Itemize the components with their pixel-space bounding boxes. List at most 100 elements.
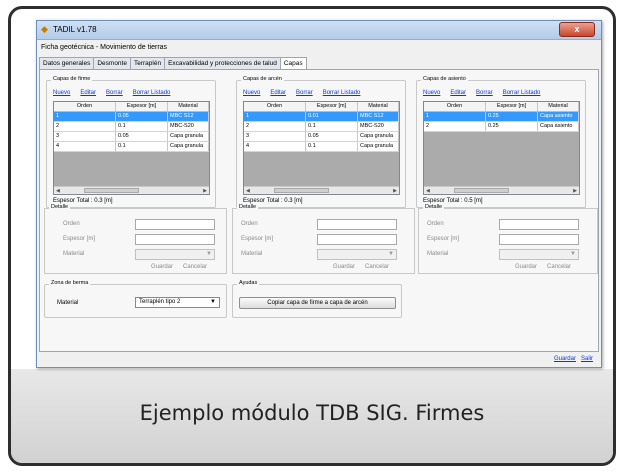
col-header-material[interactable]: Material — [538, 102, 579, 111]
material-select[interactable]: ▼ — [499, 249, 579, 260]
cancelar-button[interactable]: Cancelar — [183, 264, 207, 270]
editar-link[interactable]: Editar — [450, 90, 466, 96]
cell-material: Capa asiento — [538, 122, 579, 131]
cancelar-button[interactable]: Cancelar — [547, 264, 571, 270]
panel-actions: Nuevo Editar Borrar Borrar Listado — [243, 90, 360, 96]
espesor-input[interactable] — [135, 234, 215, 245]
cell-orden: 2 — [424, 122, 486, 131]
close-button[interactable]: x — [559, 22, 595, 37]
col-header-material[interactable]: Material — [358, 102, 399, 111]
scroll-left-icon[interactable]: ◀ — [426, 187, 430, 195]
berma-material-select[interactable]: Terraplén tipo 2 ▼ — [135, 297, 220, 308]
tab-excavabilidad[interactable]: Excavabilidad y protecciones de talud — [164, 57, 281, 69]
cell-espesor: 0.01 — [306, 112, 358, 121]
col-header-orden[interactable]: Orden — [424, 102, 486, 111]
horizontal-scrollbar[interactable]: ◀ ▶ — [244, 186, 399, 194]
cell-espesor: 0.1 — [116, 142, 168, 151]
scroll-thumb[interactable] — [274, 188, 329, 193]
table-row[interactable]: 4 0.1 Capa granula — [244, 142, 399, 152]
borrar-listado-link[interactable]: Borrar Listado — [503, 90, 541, 96]
col-header-orden[interactable]: Orden — [54, 102, 116, 111]
scroll-right-icon[interactable]: ▶ — [393, 187, 397, 195]
window-title: TADIL v1.78 — [53, 25, 97, 34]
col-header-espesor[interactable]: Espesor [m] — [306, 102, 358, 111]
borrar-listado-link[interactable]: Borrar Listado — [133, 90, 171, 96]
copy-firme-to-arcen-button[interactable]: Copiar capa de firme a capa de arcén — [239, 297, 396, 309]
col-header-material[interactable]: Material — [168, 102, 209, 111]
tab-desmonte[interactable]: Desmonte — [93, 57, 131, 69]
espesor-input[interactable] — [499, 234, 579, 245]
guardar-button[interactable]: Guardar — [333, 264, 355, 270]
tab-datos-generales[interactable]: Datos generales — [39, 57, 95, 69]
table-row[interactable]: 4 0.1 Capa granula — [54, 142, 209, 152]
cell-orden: 2 — [54, 122, 116, 131]
espesor-label: Espesor [m] — [241, 236, 274, 242]
guardar-button[interactable]: Guardar — [515, 264, 537, 270]
editar-link[interactable]: Editar — [270, 90, 286, 96]
layers-grid[interactable]: Orden Espesor [m] Material 1 0.25 Capa a… — [423, 101, 580, 195]
material-select[interactable]: ▼ — [317, 249, 397, 260]
orden-input[interactable] — [499, 219, 579, 230]
editar-link[interactable]: Editar — [80, 90, 96, 96]
cell-espesor: 0.25 — [486, 112, 538, 121]
table-row[interactable]: 3 0.05 Capa granula — [244, 132, 399, 142]
table-row[interactable]: 1 0.05 MBC S12 — [54, 112, 209, 122]
material-select[interactable]: ▼ — [135, 249, 215, 260]
nuevo-link[interactable]: Nuevo — [53, 90, 70, 96]
cell-espesor: 0.1 — [116, 122, 168, 131]
ayudas-title: Ayudas — [237, 280, 260, 286]
grid-header: Orden Espesor [m] Material — [424, 102, 579, 112]
guardar-link[interactable]: Guardar — [554, 356, 576, 362]
nuevo-link[interactable]: Nuevo — [423, 90, 440, 96]
borrar-link[interactable]: Borrar — [476, 90, 493, 96]
detalle-title: Detalle — [237, 204, 259, 210]
nuevo-link[interactable]: Nuevo — [243, 90, 260, 96]
scroll-right-icon[interactable]: ▶ — [203, 187, 207, 195]
berma-title: Zona de berma — [49, 280, 91, 286]
panel-capas-arcen: Capas de arcén Nuevo Editar Borrar Borra… — [236, 76, 406, 208]
ayudas-panel: Ayudas Copiar capa de firme a capa de ar… — [232, 280, 402, 318]
orden-input[interactable] — [135, 219, 215, 230]
cancelar-button[interactable]: Cancelar — [365, 264, 389, 270]
scroll-left-icon[interactable]: ◀ — [56, 187, 60, 195]
salir-link[interactable]: Salir — [581, 356, 593, 362]
table-row[interactable]: 1 0.01 MBC S12 — [244, 112, 399, 122]
scroll-left-icon[interactable]: ◀ — [246, 187, 250, 195]
tab-terraplen[interactable]: Terraplén — [129, 57, 166, 69]
scroll-right-icon[interactable]: ▶ — [573, 187, 577, 195]
table-row[interactable]: 1 0.25 Capa asiento — [424, 112, 579, 122]
title-bar[interactable]: ◆ TADIL v1.78 x — [37, 21, 601, 40]
footer-actions: Guardar Salir — [554, 356, 593, 362]
col-header-espesor[interactable]: Espesor [m] — [486, 102, 538, 111]
espesor-input[interactable] — [317, 234, 397, 245]
cell-material: Capa granula — [358, 132, 399, 141]
table-row[interactable]: 2 0.1 MBC-S20 — [244, 122, 399, 132]
chevron-down-icon: ▼ — [210, 299, 216, 305]
col-header-espesor[interactable]: Espesor [m] — [116, 102, 168, 111]
borrar-link[interactable]: Borrar — [296, 90, 313, 96]
chevron-down-icon: ▼ — [388, 251, 394, 257]
material-label: Material — [427, 251, 449, 257]
borrar-listado-link[interactable]: Borrar Listado — [323, 90, 361, 96]
cell-espesor: 0.25 — [486, 122, 538, 131]
tab-content-capas: Capas de firme Nuevo Editar Borrar Borra… — [39, 69, 599, 352]
scroll-thumb[interactable] — [84, 188, 139, 193]
cell-orden: 3 — [244, 132, 306, 141]
orden-label: Orden — [427, 221, 444, 227]
horizontal-scrollbar[interactable]: ◀ ▶ — [424, 186, 579, 194]
borrar-link[interactable]: Borrar — [106, 90, 123, 96]
cell-material: MBC S12 — [168, 112, 209, 121]
slide-frame: Ejemplo módulo TDB SIG. Firmes ◆ TADIL v… — [8, 6, 616, 466]
guardar-button[interactable]: Guardar — [151, 264, 173, 270]
horizontal-scrollbar[interactable]: ◀ ▶ — [54, 186, 209, 194]
layers-grid[interactable]: Orden Espesor [m] Material 1 0.01 MBC S1… — [243, 101, 400, 195]
table-row[interactable]: 2 0.25 Capa asiento — [424, 122, 579, 132]
col-header-orden[interactable]: Orden — [244, 102, 306, 111]
detalle-title: Detalle — [49, 204, 71, 210]
table-row[interactable]: 2 0.1 MBC-S20 — [54, 122, 209, 132]
layers-grid[interactable]: Orden Espesor [m] Material 1 0.05 MBC S1… — [53, 101, 210, 195]
detalle-firme: Detalle Orden Espesor [m] Material ▼ Gua… — [44, 204, 227, 274]
orden-input[interactable] — [317, 219, 397, 230]
table-row[interactable]: 3 0.05 Capa granula — [54, 132, 209, 142]
scroll-thumb[interactable] — [454, 188, 509, 193]
